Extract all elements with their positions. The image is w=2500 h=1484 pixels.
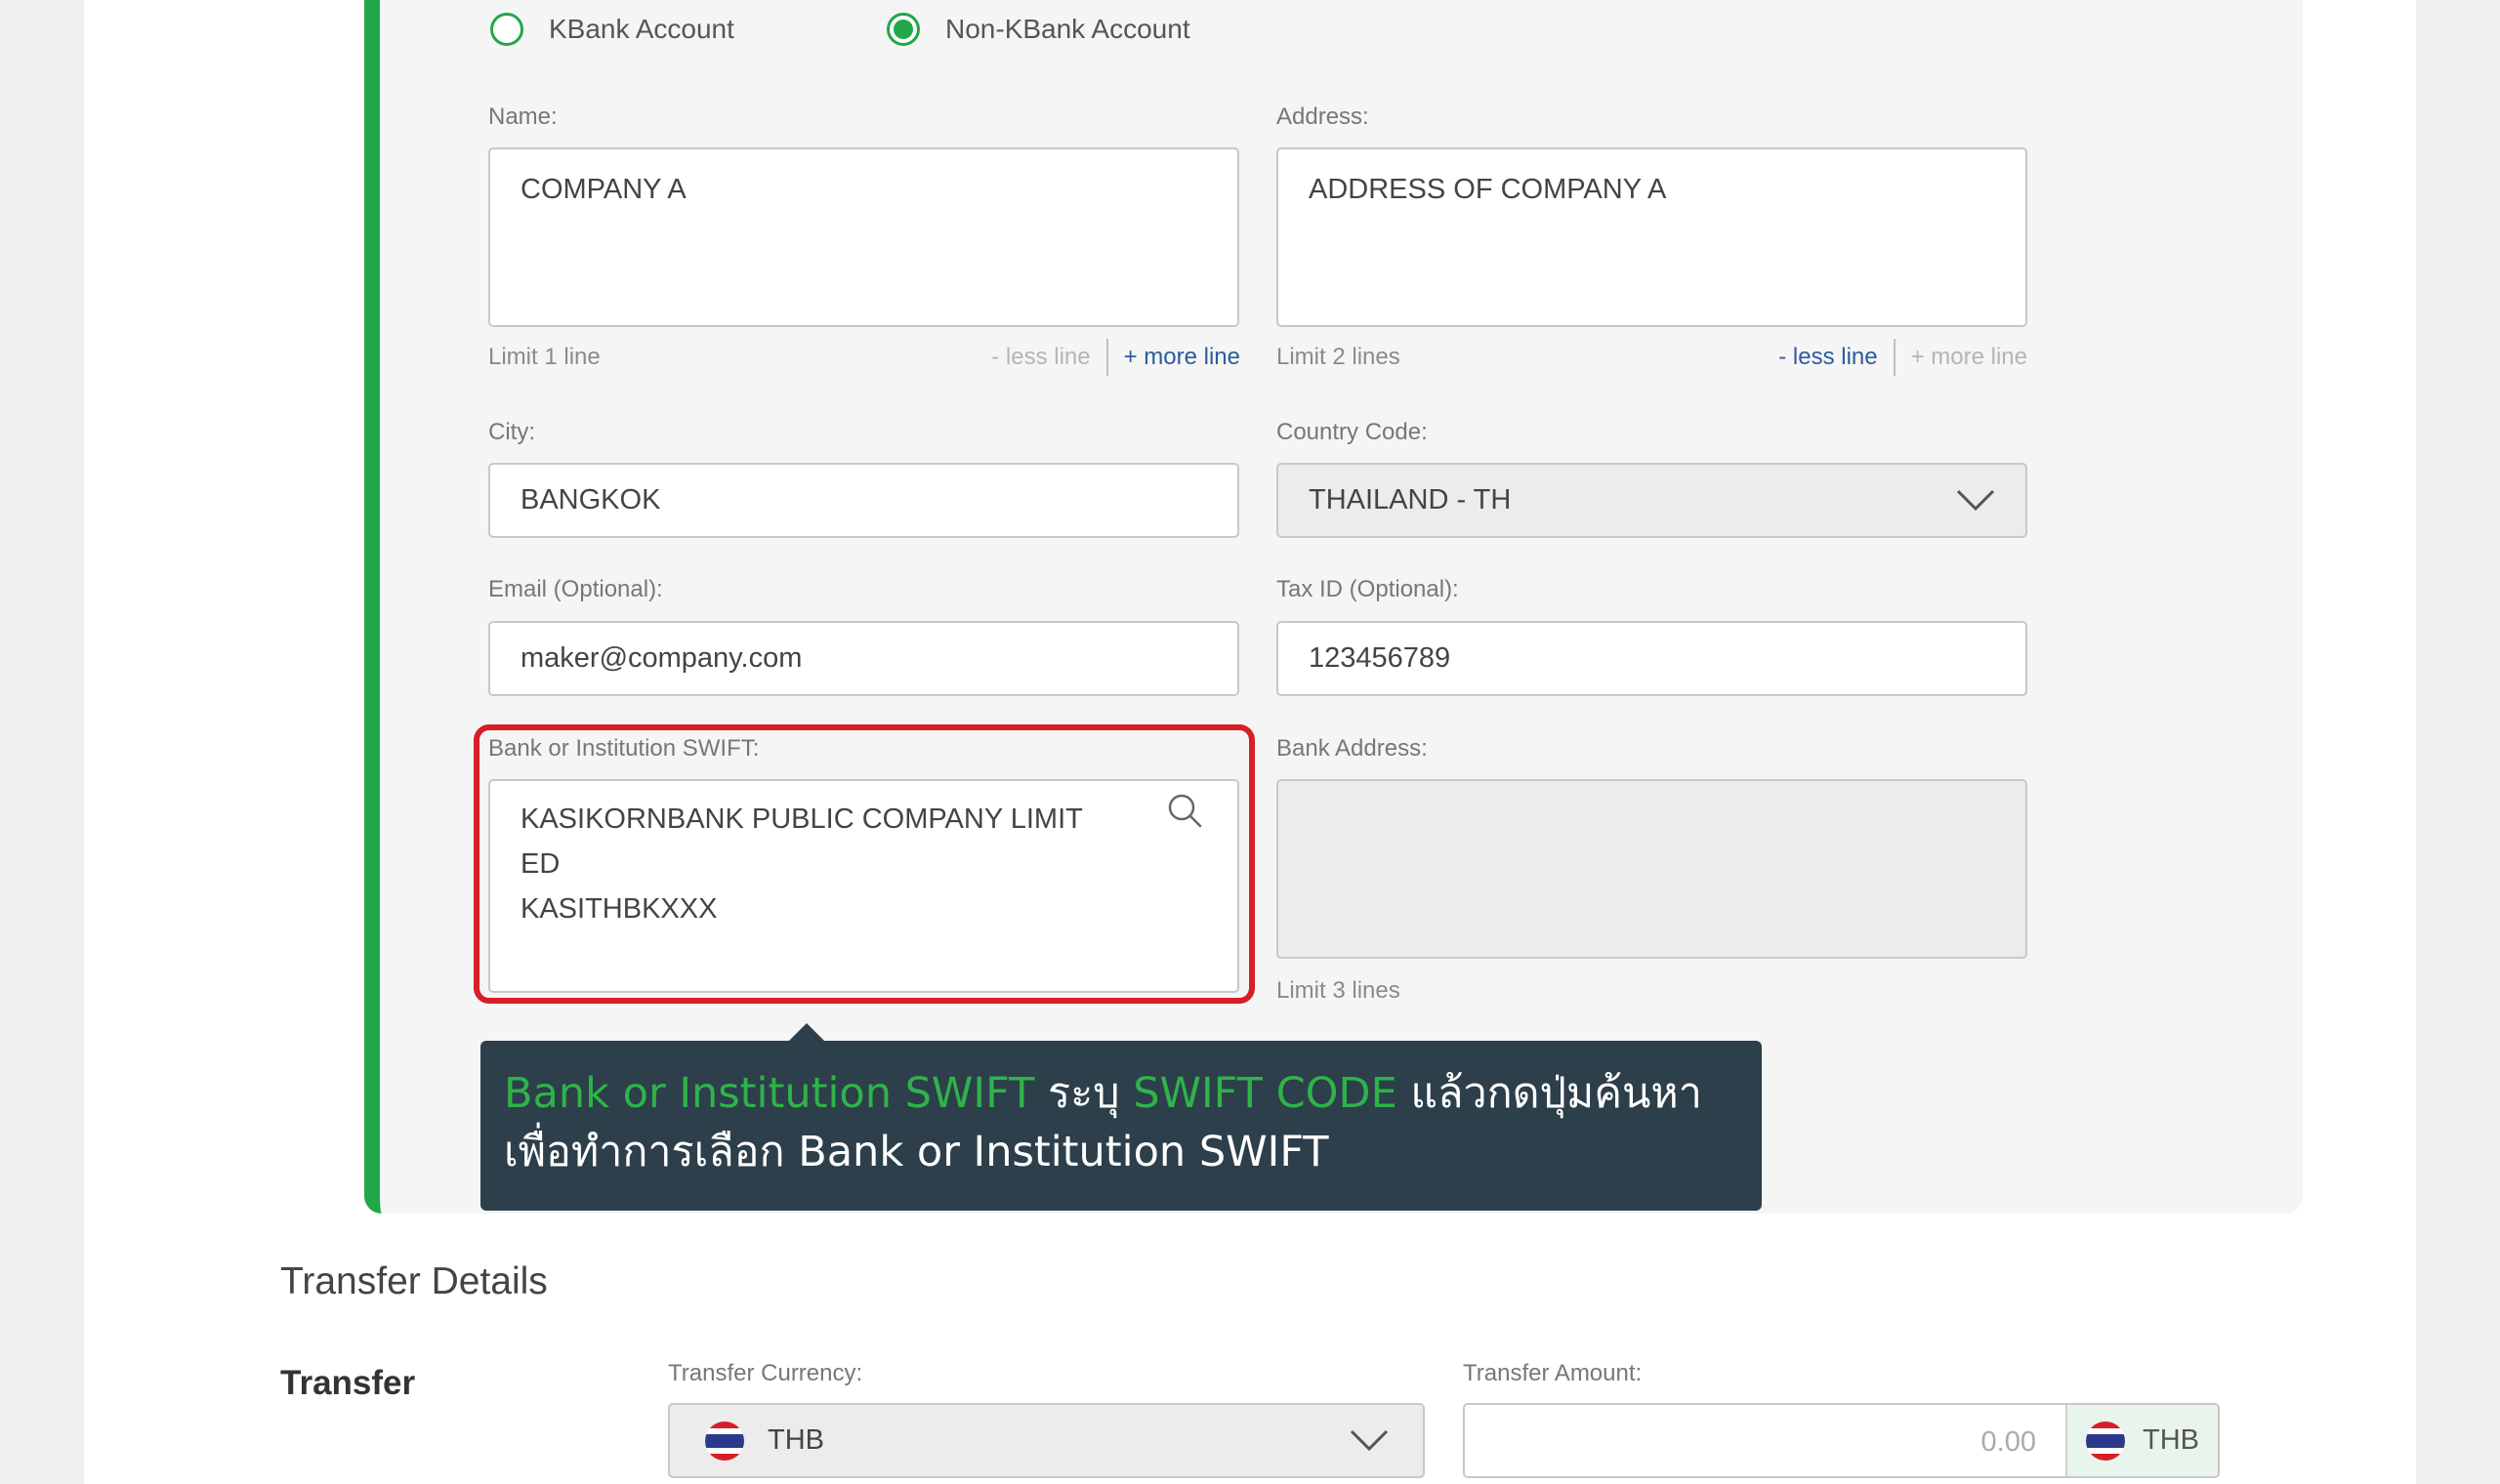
chevron-down-icon: [1350, 1429, 1389, 1452]
email-value: maker@company.com: [521, 642, 803, 674]
radio-kbank-account[interactable]: KBank Account: [490, 13, 734, 46]
transfer-currency-label: Transfer Currency:: [668, 1360, 863, 1386]
name-value: COMPANY A: [521, 174, 687, 205]
name-field[interactable]: COMPANY A: [488, 147, 1239, 327]
swift-highlight-box: [474, 724, 1255, 1004]
country-code-value: THAILAND - TH: [1309, 484, 1512, 515]
transfer-row-title: Transfer: [280, 1364, 416, 1402]
bank-address-limit-hint: Limit 3 lines: [1276, 977, 1400, 1004]
city-value: BANGKOK: [521, 484, 661, 515]
tooltip-line-1: Bank or Institution SWIFT ระบุ SWIFT COD…: [504, 1064, 1736, 1123]
address-field[interactable]: ADDRESS OF COMPANY A: [1276, 147, 2027, 327]
country-code-select[interactable]: THAILAND - TH: [1276, 463, 2027, 538]
amount-currency-addon: THB: [2065, 1405, 2218, 1476]
address-limit-hint: Limit 2 lines: [1276, 344, 1400, 370]
name-less-line-button[interactable]: - less line: [991, 344, 1090, 371]
amount-currency-value: THB: [2143, 1424, 2199, 1456]
transfer-amount-label: Transfer Amount:: [1463, 1360, 1643, 1386]
radio-label-kbank: KBank Account: [549, 14, 734, 44]
swift-tooltip: Bank or Institution SWIFT ระบุ SWIFT COD…: [480, 1041, 1762, 1211]
radio-circle-selected: [887, 13, 920, 46]
tooltip-highlight-code: SWIFT CODE: [1133, 1069, 1397, 1118]
address-more-line-button[interactable]: + more line: [1911, 344, 2027, 371]
radio-label-non-kbank: Non-KBank Account: [945, 14, 1190, 44]
radio-dot: [894, 20, 913, 39]
tax-id-input[interactable]: 123456789: [1276, 621, 2027, 696]
divider: [1105, 339, 1108, 376]
address-line-controls: - less line + more line: [1778, 339, 2027, 376]
divider: [1893, 339, 1896, 376]
name-line-controls: - less line + more line: [991, 339, 1240, 376]
name-limit-hint: Limit 1 line: [488, 344, 601, 370]
name-label: Name:: [488, 103, 558, 130]
transfer-amount-placeholder: 0.00: [1980, 1426, 2036, 1458]
tooltip-highlight-swift: Bank or Institution SWIFT: [504, 1069, 1035, 1118]
address-less-line-button[interactable]: - less line: [1778, 344, 1877, 371]
tax-id-value: 123456789: [1309, 642, 1451, 674]
email-input[interactable]: maker@company.com: [488, 621, 1239, 696]
transfer-currency-select[interactable]: THB: [668, 1403, 1425, 1478]
tooltip-line-2: เพื่อทำการเลือก Bank or Institution SWIF…: [504, 1128, 1329, 1176]
transfer-details-title: Transfer Details: [280, 1260, 548, 1302]
thailand-flag-icon: [2086, 1421, 2125, 1461]
email-label: Email (Optional):: [488, 576, 663, 602]
bank-address-label: Bank Address:: [1276, 735, 1428, 762]
tax-id-label: Tax ID (Optional):: [1276, 576, 1459, 602]
city-label: City:: [488, 419, 535, 445]
tooltip-text: ระบุ: [1034, 1069, 1134, 1118]
bank-address-field: [1276, 779, 2027, 959]
city-input[interactable]: BANGKOK: [488, 463, 1239, 538]
tooltip-text: แล้วกดปุ่มค้นหา: [1396, 1069, 1702, 1118]
transfer-amount-input[interactable]: 0.00 THB: [1463, 1403, 2220, 1478]
tooltip-arrow: [789, 1023, 824, 1041]
transfer-currency-value: THB: [768, 1424, 824, 1456]
thailand-flag-icon: [705, 1422, 744, 1461]
chevron-down-icon: [1956, 489, 1995, 512]
radio-non-kbank-account[interactable]: Non-KBank Account: [887, 13, 1190, 46]
name-more-line-button[interactable]: + more line: [1124, 344, 1240, 371]
country-code-label: Country Code:: [1276, 419, 1428, 445]
radio-circle: [490, 13, 523, 46]
address-label: Address:: [1276, 103, 1369, 130]
address-value: ADDRESS OF COMPANY A: [1309, 174, 1667, 205]
